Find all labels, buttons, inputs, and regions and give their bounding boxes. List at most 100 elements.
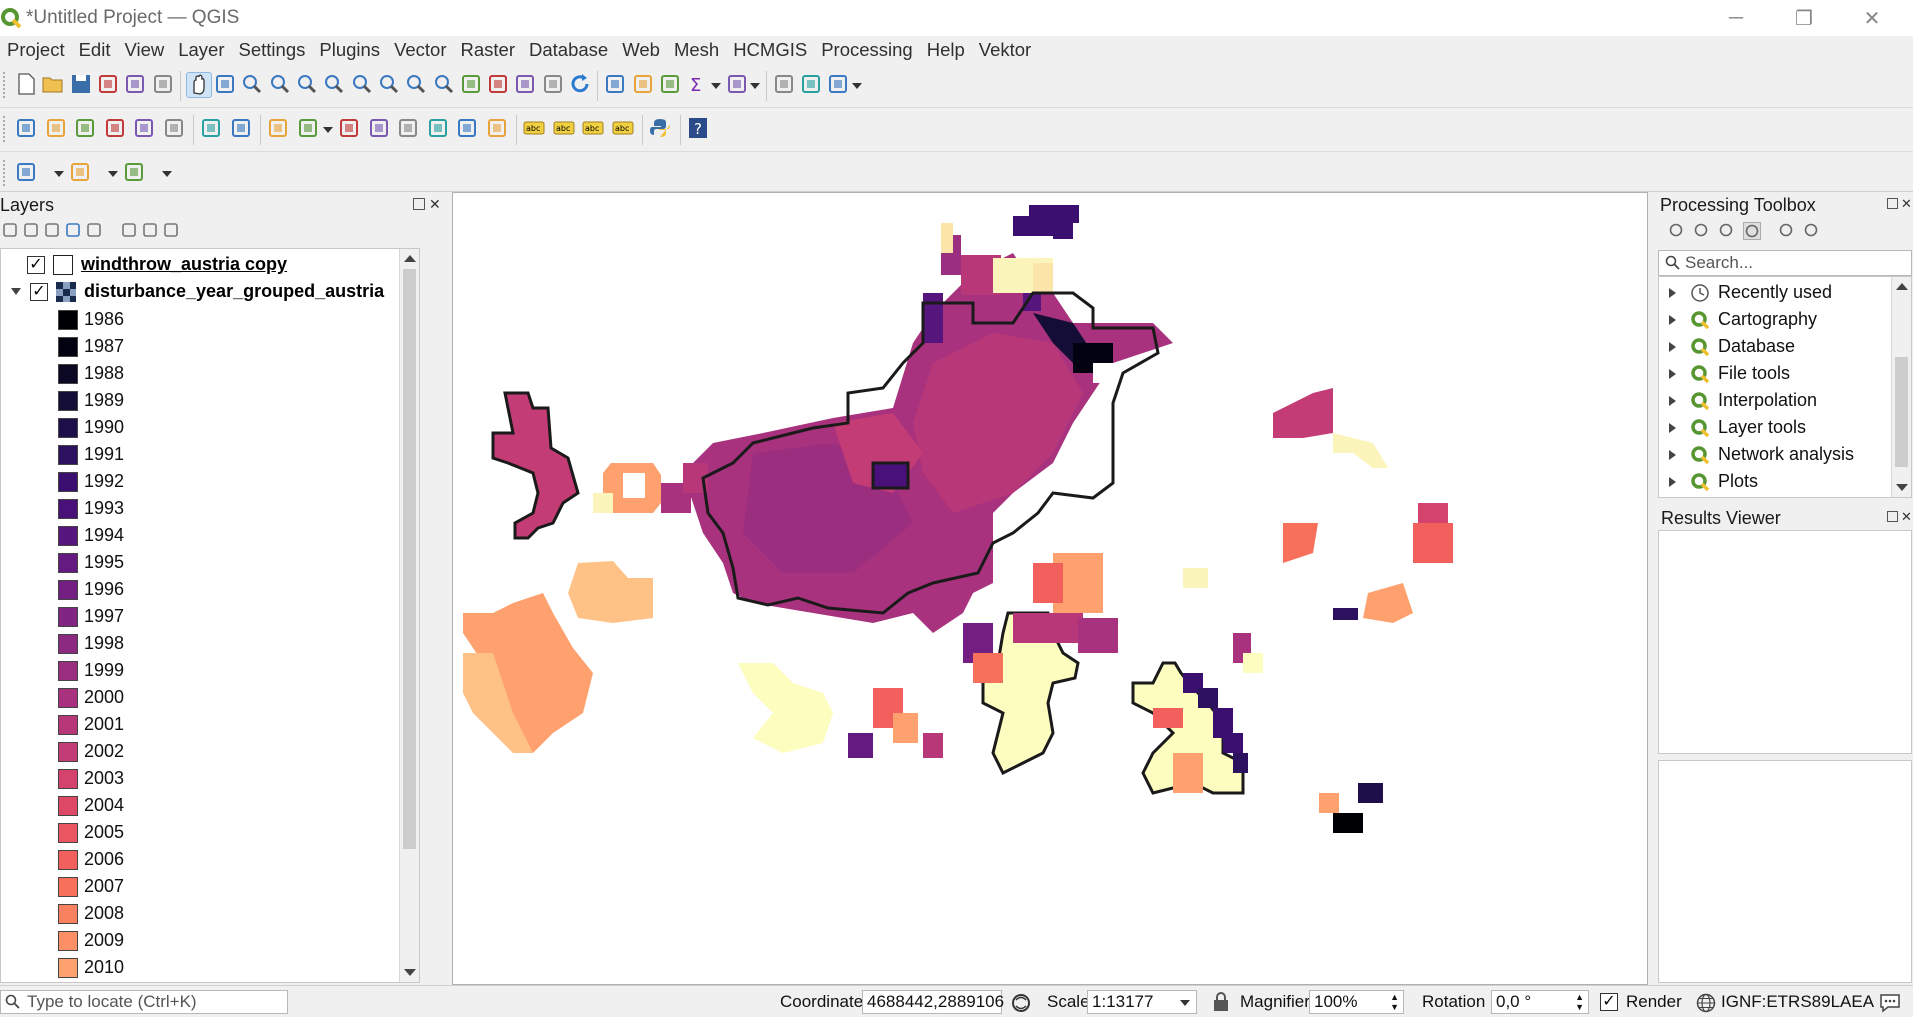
scripts-icon[interactable]: [1693, 222, 1711, 240]
zoom-last-icon[interactable]: [404, 72, 430, 98]
menu-edit[interactable]: Edit: [72, 39, 118, 61]
layers-scrollbar[interactable]: [399, 249, 419, 982]
style-manager-icon[interactable]: [151, 72, 177, 98]
redo-icon[interactable]: [485, 116, 511, 142]
save-as-icon[interactable]: [96, 72, 122, 98]
expand-arrow-icon[interactable]: [1669, 287, 1676, 298]
vertex-tool-icon[interactable]: [296, 116, 322, 142]
data-source-manager-icon[interactable]: [14, 116, 40, 142]
select-by-expression-icon[interactable]: [122, 160, 148, 186]
menu-plugins[interactable]: Plugins: [312, 39, 387, 61]
expand-arrow-icon[interactable]: [1669, 476, 1676, 487]
menu-mesh[interactable]: Mesh: [667, 39, 726, 61]
digitize-icon[interactable]: [103, 116, 129, 142]
expand-arrow-icon[interactable]: [11, 288, 21, 295]
panel-close-button[interactable]: ✕: [429, 196, 441, 213]
menu-raster[interactable]: Raster: [454, 39, 523, 61]
expand-arrow-icon[interactable]: [1669, 422, 1676, 433]
add-group-icon[interactable]: [23, 222, 39, 238]
save-edits-icon[interactable]: [229, 116, 255, 142]
layer-visibility-checkbox[interactable]: ✓: [30, 282, 48, 301]
virtual-layer-icon[interactable]: [162, 116, 188, 142]
menu-database[interactable]: Database: [522, 39, 615, 61]
toolbar-grip[interactable]: [3, 160, 7, 186]
temporal-controller-icon[interactable]: [541, 72, 567, 98]
processing-item[interactable]: Layer tools: [1659, 414, 1889, 441]
label-icon[interactable]: abc: [522, 116, 548, 142]
toolbar-grip[interactable]: [3, 116, 7, 142]
attribute-table-icon[interactable]: [631, 72, 657, 98]
field-calculator-icon[interactable]: [658, 72, 684, 98]
chevron-down-icon[interactable]: [749, 83, 760, 89]
chevron-down-icon[interactable]: [851, 83, 862, 89]
menu-view[interactable]: View: [117, 39, 171, 61]
measure-icon[interactable]: [725, 72, 751, 98]
pan-icon[interactable]: [185, 72, 212, 98]
menu-web[interactable]: Web: [615, 39, 667, 61]
expand-arrow-icon[interactable]: [1669, 449, 1676, 460]
select-features-icon[interactable]: [14, 160, 40, 186]
print-layout-icon[interactable]: [123, 72, 149, 98]
zoom-out-icon[interactable]: [268, 72, 294, 98]
zoom-in-icon[interactable]: [240, 72, 266, 98]
refresh-icon[interactable]: [568, 72, 594, 98]
panel-close-button[interactable]: ✕: [1901, 196, 1912, 212]
style-panel-icon[interactable]: [2, 222, 18, 238]
highlight-label-icon[interactable]: abc: [581, 116, 607, 142]
chevron-down-icon[interactable]: [1180, 1000, 1190, 1006]
copy-icon[interactable]: [396, 116, 422, 142]
new-shapefile-icon[interactable]: [73, 116, 99, 142]
new-bookmark-icon[interactable]: [486, 72, 512, 98]
undo-icon[interactable]: [455, 116, 481, 142]
expand-arrow-icon[interactable]: [1669, 368, 1676, 379]
remove-layer-icon[interactable]: [163, 222, 179, 238]
panel-float-button[interactable]: [413, 198, 425, 210]
menu-vektor[interactable]: Vektor: [972, 39, 1038, 61]
zoom-native-icon[interactable]: [377, 72, 403, 98]
chevron-down-icon[interactable]: [710, 83, 721, 89]
pan-to-selection-icon[interactable]: [213, 72, 239, 98]
menu-project[interactable]: Project: [0, 39, 72, 61]
locator-input[interactable]: Type to locate (Ctrl+K): [0, 990, 288, 1014]
save-project-icon[interactable]: [69, 72, 95, 98]
layer-visibility-checkbox[interactable]: ✓: [27, 255, 45, 274]
chevron-down-icon[interactable]: [54, 171, 64, 177]
help-icon[interactable]: ?: [686, 116, 712, 142]
zoom-selection-icon[interactable]: [322, 72, 348, 98]
text-annotation-icon[interactable]: [826, 72, 852, 98]
new-geopackage-icon[interactable]: [44, 116, 70, 142]
processing-item[interactable]: Database: [1659, 333, 1889, 360]
new-map-view-icon[interactable]: [459, 72, 485, 98]
menu-help[interactable]: Help: [920, 39, 972, 61]
chevron-down-icon[interactable]: [108, 171, 118, 177]
processing-scrollbar[interactable]: [1891, 277, 1911, 497]
history-icon[interactable]: [1718, 222, 1736, 240]
python-icon[interactable]: [648, 116, 674, 142]
spin-arrows-icon[interactable]: ▲ ▼: [1575, 992, 1584, 1012]
render-checkbox[interactable]: ✓: [1600, 993, 1618, 1011]
show-bookmarks-icon[interactable]: [513, 72, 539, 98]
panel-float-button[interactable]: [1887, 511, 1898, 522]
minimize-button[interactable]: ─: [1702, 0, 1770, 36]
identify-icon[interactable]: [603, 72, 629, 98]
layer-row-windthrow[interactable]: ✓ windthrow_austria copy: [1, 251, 287, 278]
expand-arrow-icon[interactable]: [1669, 341, 1676, 352]
map-canvas[interactable]: [452, 192, 1648, 985]
zoom-layer-icon[interactable]: [350, 72, 376, 98]
spin-arrows-icon[interactable]: ▲ ▼: [1390, 992, 1399, 1012]
statistics-icon[interactable]: Σ: [685, 72, 711, 98]
processing-item[interactable]: Interpolation: [1659, 387, 1889, 414]
toggle-editing-icon[interactable]: [199, 116, 225, 142]
scroll-thumb[interactable]: [403, 269, 416, 849]
panel-float-button[interactable]: [1887, 198, 1898, 209]
expand-arrow-icon[interactable]: [1669, 395, 1676, 406]
processing-item[interactable]: Plots: [1659, 468, 1889, 495]
open-project-icon[interactable]: [41, 72, 67, 98]
filter-legend-icon[interactable]: [65, 222, 81, 238]
chevron-down-icon[interactable]: [323, 127, 333, 133]
scale-combo[interactable]: 1:13177: [1087, 990, 1197, 1014]
scroll-up-icon[interactable]: [1896, 283, 1908, 290]
processing-item[interactable]: Network analysis: [1659, 441, 1889, 468]
edit-features-icon[interactable]: [1778, 222, 1796, 240]
processing-item[interactable]: Cartography: [1659, 306, 1889, 333]
